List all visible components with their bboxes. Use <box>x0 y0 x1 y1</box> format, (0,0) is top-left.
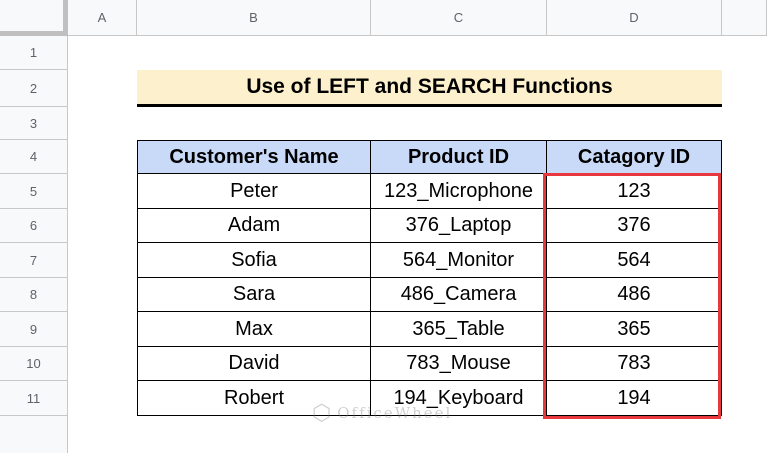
table-cell[interactable]: Sara <box>137 278 371 312</box>
column-header-C[interactable]: C <box>371 0 547 36</box>
row-header-6[interactable]: 6 <box>0 209 68 243</box>
row-header-1[interactable]: 1 <box>0 36 68 70</box>
highlight-box <box>543 173 721 419</box>
row-header-7[interactable]: 7 <box>0 243 68 278</box>
table-cell[interactable]: David <box>137 347 371 381</box>
table-cell[interactable]: Adam <box>137 209 371 243</box>
table-cell[interactable]: 486_Camera <box>371 278 547 312</box>
select-all-corner[interactable] <box>0 0 68 36</box>
row-header-5[interactable]: 5 <box>0 174 68 209</box>
watermark: ⬡ OfficeWheel <box>312 398 452 428</box>
row-header-10[interactable]: 10 <box>0 347 68 381</box>
column-header-D[interactable]: D <box>547 0 722 36</box>
row-header-11[interactable]: 11 <box>0 381 68 416</box>
table-cell[interactable]: 123_Microphone <box>371 174 547 209</box>
row-header-9[interactable]: 9 <box>0 312 68 347</box>
officewheel-logo-icon: ⬡ <box>312 400 334 426</box>
row-header-8[interactable]: 8 <box>0 278 68 312</box>
watermark-text: OfficeWheel <box>337 404 453 422</box>
table-cell[interactable]: 564_Monitor <box>371 243 547 278</box>
column-header-A[interactable]: A <box>68 0 137 36</box>
row-header-empty <box>0 416 68 453</box>
table-cell[interactable]: 376_Laptop <box>371 209 547 243</box>
row-header-4[interactable]: 4 <box>0 140 68 174</box>
table-header-cell[interactable]: Catagory ID <box>547 140 722 174</box>
table-cell[interactable]: 783_Mouse <box>371 347 547 381</box>
row-header-2[interactable]: 2 <box>0 70 68 107</box>
table-header-cell[interactable]: Customer's Name <box>137 140 371 174</box>
table-cell[interactable]: Peter <box>137 174 371 209</box>
column-header-B[interactable]: B <box>137 0 371 36</box>
row-header-3[interactable]: 3 <box>0 107 68 140</box>
title-cell[interactable]: Use of LEFT and SEARCH Functions <box>137 70 722 107</box>
table-header-cell[interactable]: Product ID <box>371 140 547 174</box>
column-header-extra[interactable] <box>722 0 767 36</box>
table-cell[interactable]: Max <box>137 312 371 347</box>
table-cell[interactable]: 365_Table <box>371 312 547 347</box>
table-cell[interactable]: Sofia <box>137 243 371 278</box>
